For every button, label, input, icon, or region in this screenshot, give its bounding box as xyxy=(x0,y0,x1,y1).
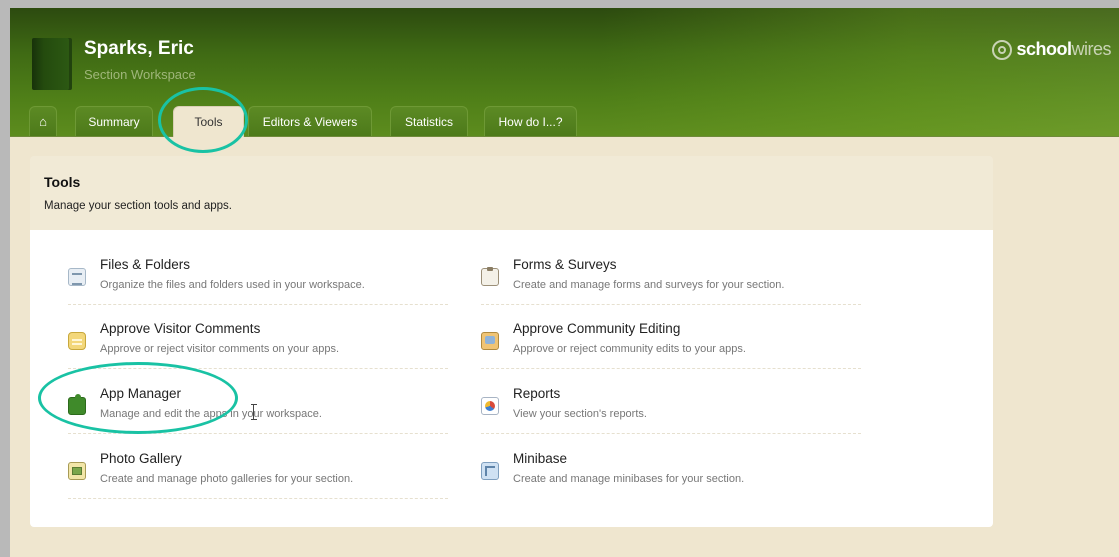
header-highlight xyxy=(599,8,1119,136)
tool-approve-visitor-comments[interactable]: Approve Visitor Comments Approve or reje… xyxy=(68,318,468,382)
tool-description: Manage and edit the apps in your workspa… xyxy=(100,408,322,420)
tool-app-manager[interactable]: App Manager Manage and edit the apps in … xyxy=(68,383,468,447)
tool-photo-gallery[interactable]: Photo Gallery Create and manage photo ga… xyxy=(68,448,468,512)
section-title: Tools xyxy=(44,174,81,190)
brand-text: schoolwires xyxy=(1016,39,1111,60)
comment-icon xyxy=(68,332,86,350)
tab-editors-viewers[interactable]: Editors & Viewers xyxy=(248,106,372,136)
tool-forms-surveys[interactable]: Forms & Surveys Create and manage forms … xyxy=(481,254,881,318)
tool-minibase[interactable]: Minibase Create and manage minibases for… xyxy=(481,448,881,512)
brand-light: wires xyxy=(1071,39,1111,59)
tab-summary[interactable]: Summary xyxy=(75,106,153,136)
tool-description: Create and manage minibases for your sec… xyxy=(513,473,745,485)
tool-name[interactable]: Files & Folders xyxy=(100,257,190,272)
tab-how-do-i[interactable]: How do I...? xyxy=(484,106,577,136)
divider xyxy=(481,304,861,305)
app-window: Sparks, Eric Section Workspace schoolwir… xyxy=(10,8,1119,557)
tool-description: Create and manage forms and surveys for … xyxy=(513,279,785,291)
tools-panel-header: Tools Manage your section tools and apps… xyxy=(30,156,993,230)
divider xyxy=(68,368,448,369)
page-subtitle: Section Workspace xyxy=(84,67,196,82)
tool-description: Approve or reject community edits to you… xyxy=(513,343,746,355)
tool-name[interactable]: Photo Gallery xyxy=(100,451,182,466)
brand-bold: school xyxy=(1016,39,1072,59)
tool-approve-community-editing[interactable]: Approve Community Editing Approve or rej… xyxy=(481,318,881,382)
tool-name[interactable]: Reports xyxy=(513,386,560,401)
photo-gallery-icon xyxy=(68,462,86,480)
divider xyxy=(481,433,861,434)
tool-description: Approve or reject visitor comments on yo… xyxy=(100,343,340,355)
tool-name[interactable]: Approve Community Editing xyxy=(513,321,680,336)
pie-chart-icon xyxy=(481,397,499,415)
section-description: Manage your section tools and apps. xyxy=(44,200,232,212)
clipboard-icon xyxy=(481,267,499,286)
tool-description: View your section's reports. xyxy=(513,408,647,420)
tool-name[interactable]: Approve Visitor Comments xyxy=(100,321,260,336)
schoolwires-logo: schoolwires xyxy=(992,39,1111,60)
tool-description: Organize the files and folders used in y… xyxy=(100,279,365,291)
tool-reports[interactable]: Reports View your section's reports. xyxy=(481,383,881,447)
tool-name[interactable]: App Manager xyxy=(100,386,181,401)
document-icon xyxy=(68,268,86,286)
workspace-header: Sparks, Eric Section Workspace schoolwir… xyxy=(10,8,1119,137)
tool-name[interactable]: Minibase xyxy=(513,451,567,466)
divider xyxy=(68,304,448,305)
tab-statistics[interactable]: Statistics xyxy=(390,106,468,136)
divider xyxy=(481,368,861,369)
minibase-icon xyxy=(481,462,499,480)
puzzle-icon xyxy=(68,394,86,415)
tab-home[interactable]: ⌂ xyxy=(29,106,57,136)
tab-tools[interactable]: Tools xyxy=(173,106,244,137)
tools-list: Files & Folders Organize the files and f… xyxy=(30,230,993,527)
tool-files-folders[interactable]: Files & Folders Organize the files and f… xyxy=(68,254,468,318)
divider xyxy=(68,433,448,434)
section-book-icon xyxy=(32,38,72,90)
page-title: Sparks, Eric xyxy=(84,38,194,59)
text-cursor-icon xyxy=(251,404,257,420)
community-edit-icon xyxy=(481,332,499,350)
schoolwires-logo-icon xyxy=(992,39,1013,60)
home-icon: ⌂ xyxy=(39,114,47,129)
tool-description: Create and manage photo galleries for yo… xyxy=(100,473,354,485)
tool-name[interactable]: Forms & Surveys xyxy=(513,257,617,272)
divider xyxy=(68,498,448,499)
